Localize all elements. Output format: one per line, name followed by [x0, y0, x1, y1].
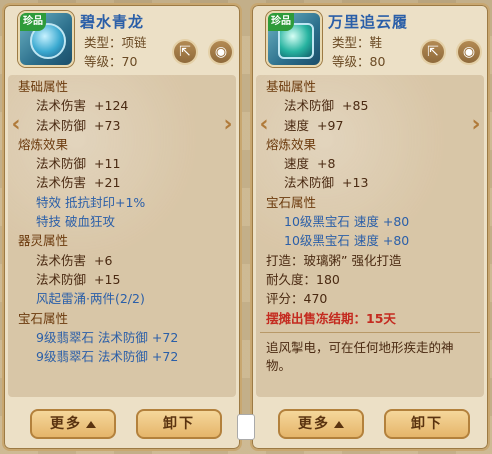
attr-row: 法术防御 +13 [260, 173, 480, 192]
overlay-app-icon[interactable] [237, 414, 255, 440]
attr-value: +124 [94, 98, 129, 114]
item-name: 万里追云履 [328, 13, 409, 31]
section-title-base: 基础属性 [18, 79, 69, 94]
rarity-badge: 珍品 [268, 13, 294, 31]
section-title-refine: 熔炼效果 [266, 136, 317, 152]
attr-row: 法术伤害 +124 [12, 96, 232, 115]
caret-up-icon [86, 420, 96, 428]
item-level: 等级：70 [84, 54, 138, 69]
special-effect: 特效 抵抗封印+1% [36, 194, 146, 210]
item-header: 珍品 万里追云履 类型：鞋 等级：80 ⇱ ◉ [252, 5, 488, 73]
attr-value: +85 [342, 98, 369, 114]
attr-row: 法术防御 +85 [260, 96, 480, 115]
eye-icon[interactable]: ◉ [208, 39, 234, 65]
spirit-set: 风起雷涌·两件(2/2) [36, 291, 145, 307]
section-title-spirit: 器灵属性 [18, 233, 69, 249]
item-tooltip-left: 珍品 碧水青龙 类型：项链 等级：70 ⇱ ◉ ‹ › 基础属性 法术伤害 +12… [2, 3, 242, 451]
attr-name: 法术伤害 [36, 175, 87, 191]
section-title-base: 基础属性 [266, 79, 317, 94]
forge-info: 打造：玻璃粥” 强化打造 [266, 252, 402, 268]
gem-row: 9级翡翠石 法术防御 +72 [36, 329, 179, 345]
section-title-refine: 熔炼效果 [18, 136, 69, 152]
more-button[interactable]: 更多 [30, 409, 116, 439]
durability: 耐久度：180 [266, 271, 340, 287]
button-bar: 更多 卸下 [4, 399, 240, 449]
special-skill: 特技 破血狂攻 [36, 214, 115, 230]
item-header: 珍品 碧水青龙 类型：项链 等级：70 ⇱ ◉ [4, 5, 240, 73]
attribute-list: 基础属性 法术伤害 +124 法术防御 +73 熔炼效果 法术防御 +11 法术伤害 +… [12, 77, 232, 366]
attr-name: 速度 [284, 156, 310, 172]
attribute-list: 基础属性 法术防御 +85 速度 +97 熔炼效果 速度 +8 法术防御 +13 宝石属… [260, 77, 480, 375]
necklace-item-icon: 珍品 [18, 11, 74, 67]
item-description: 追风掣电，可在任何地形疾走的神物。 [266, 339, 454, 373]
attr-value: +8 [317, 156, 336, 172]
attr-row: 速度 +8 [260, 154, 480, 173]
item-level: 等级：80 [332, 54, 386, 69]
gem-row: 10级黑宝石 速度 +80 [284, 233, 410, 249]
unequip-button[interactable]: 卸下 [384, 409, 470, 439]
eye-icon[interactable]: ◉ [456, 39, 482, 65]
attr-row: 法术防御 +73 [12, 116, 232, 135]
share-icon[interactable]: ⇱ [172, 39, 198, 65]
gem-row: 9级翡翠石 法术防御 +72 [36, 349, 179, 365]
attr-name: 速度 [284, 117, 310, 133]
caret-up-icon [334, 420, 344, 428]
attr-name: 法术伤害 [36, 252, 87, 268]
divider [260, 331, 480, 333]
trade-freeze-warning: 摆摊出售冻结期：15天 [266, 310, 396, 326]
attr-row: 速度 +97 [260, 116, 480, 135]
attr-row: 法术防御 +11 [12, 154, 232, 173]
attr-row: 法术防御 +15 [12, 270, 232, 289]
more-button[interactable]: 更多 [278, 409, 364, 439]
share-icon[interactable]: ⇱ [420, 39, 446, 65]
more-button-label: 更多 [298, 416, 330, 432]
item-name: 碧水青龙 [80, 13, 145, 31]
attr-value: +97 [317, 117, 344, 133]
unequip-button[interactable]: 卸下 [136, 409, 222, 439]
attr-value: +73 [94, 117, 121, 133]
attr-value: +6 [94, 252, 113, 268]
boots-item-icon: 珍品 [266, 11, 322, 67]
item-tooltip-right: 珍品 万里追云履 类型：鞋 等级：80 ⇱ ◉ ‹ › 基础属性 法术防御 +85… [250, 3, 490, 451]
button-bar: 更多 卸下 [252, 399, 488, 449]
attr-value: +13 [342, 175, 369, 191]
attr-name: 法术伤害 [36, 98, 87, 114]
attr-name: 法术防御 [284, 98, 335, 114]
attr-row: 法术伤害 +21 [12, 173, 232, 192]
attr-value: +15 [94, 271, 121, 287]
gem-row: 10级黑宝石 速度 +80 [284, 214, 410, 230]
attr-value: +11 [94, 156, 121, 172]
section-title-gem: 宝石属性 [266, 194, 317, 210]
rarity-badge: 珍品 [20, 13, 46, 31]
attr-value: +21 [94, 175, 121, 191]
attr-name: 法术防御 [36, 156, 87, 172]
attr-name: 法术防御 [36, 117, 87, 133]
more-button-label: 更多 [50, 416, 82, 432]
attr-name: 法术防御 [284, 175, 335, 191]
score: 评分：470 [266, 291, 328, 307]
item-type: 类型：鞋 [332, 35, 383, 50]
attr-row: 法术伤害 +6 [12, 251, 232, 270]
section-title-gem: 宝石属性 [18, 310, 69, 326]
item-type: 类型：项链 [84, 35, 147, 50]
attr-name: 法术防御 [36, 271, 87, 287]
